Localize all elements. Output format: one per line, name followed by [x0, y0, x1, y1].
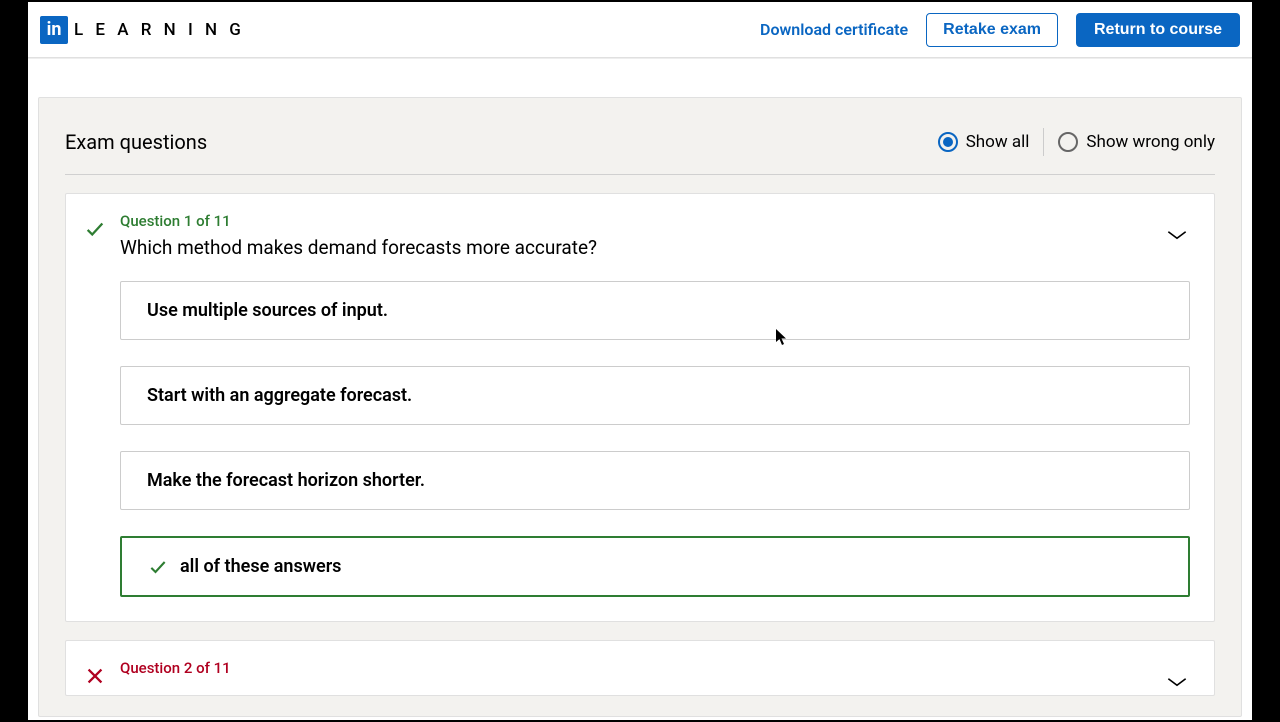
chevron-down-icon[interactable]: [1164, 669, 1190, 695]
return-to-course-button[interactable]: Return to course: [1076, 13, 1240, 47]
filter-label: Show all: [966, 132, 1030, 152]
answer-text: all of these answers: [180, 556, 341, 577]
close-icon: [84, 665, 106, 687]
content: Exam questions Show all Show wrong only: [28, 58, 1252, 717]
panel-title: Exam questions: [65, 130, 207, 154]
filter-show-wrong[interactable]: Show wrong only: [1058, 132, 1215, 152]
question-card-2: Question 2 of 11: [65, 640, 1215, 696]
answer-text: Start with an aggregate forecast.: [147, 385, 412, 406]
filter-show-all[interactable]: Show all: [938, 132, 1030, 152]
question-header[interactable]: Question 2 of 11: [84, 659, 1190, 695]
answer-option[interactable]: Make the forecast horizon shorter.: [120, 451, 1190, 510]
check-icon: [84, 218, 106, 240]
answer-text: Make the forecast horizon shorter.: [147, 470, 425, 491]
answer-option-correct[interactable]: all of these answers: [120, 536, 1190, 597]
question-number: Question 2 of 11: [120, 659, 1150, 677]
exam-panel: Exam questions Show all Show wrong only: [38, 97, 1242, 717]
filter-label: Show wrong only: [1086, 132, 1215, 152]
chevron-down-icon[interactable]: [1164, 222, 1190, 248]
header-actions: Download certificate Retake exam Return …: [760, 13, 1240, 47]
linkedin-icon: in: [40, 16, 68, 44]
answer-text: Use multiple sources of input.: [147, 300, 388, 321]
radio-icon: [938, 132, 958, 152]
question-number: Question 1 of 11: [120, 212, 1150, 230]
check-icon: [148, 557, 168, 577]
question-meta: Question 2 of 11: [120, 659, 1150, 677]
question-text: Which method makes demand forecasts more…: [120, 236, 1150, 259]
panel-header: Exam questions Show all Show wrong only: [65, 128, 1215, 175]
filter-group: Show all Show wrong only: [938, 128, 1215, 156]
answer-option[interactable]: Use multiple sources of input.: [120, 281, 1190, 340]
download-certificate-link[interactable]: Download certificate: [760, 20, 908, 39]
radio-icon: [1058, 132, 1078, 152]
question-meta: Question 1 of 11 Which method makes dema…: [120, 212, 1150, 259]
divider: [1043, 128, 1044, 156]
question-header[interactable]: Question 1 of 11 Which method makes dema…: [84, 212, 1190, 259]
logo-text: L E A R N I N G: [74, 20, 245, 40]
retake-exam-button[interactable]: Retake exam: [926, 13, 1058, 47]
answer-option[interactable]: Start with an aggregate forecast.: [120, 366, 1190, 425]
question-card-1: Question 1 of 11 Which method makes dema…: [65, 193, 1215, 622]
answers-list: Use multiple sources of input. Start wit…: [120, 281, 1190, 597]
header: in L E A R N I N G Download certificate …: [28, 2, 1252, 58]
logo[interactable]: in L E A R N I N G: [40, 16, 245, 44]
